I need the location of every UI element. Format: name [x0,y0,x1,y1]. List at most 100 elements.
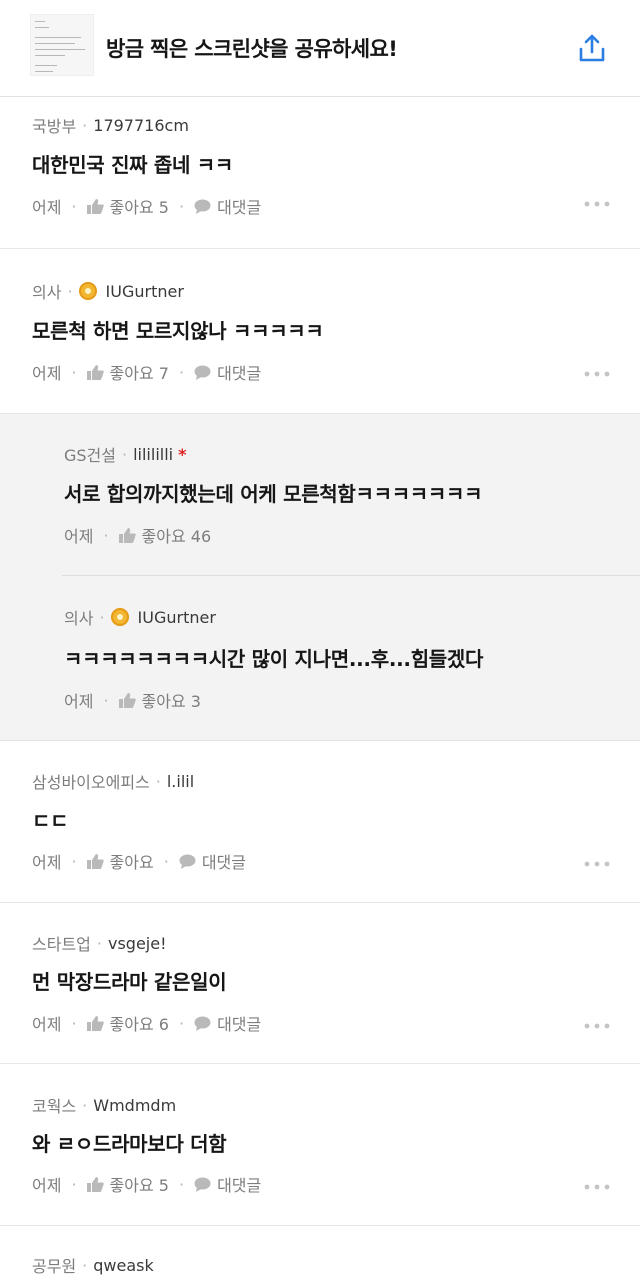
comment-actions: 어제 · 좋아요 5 · 대댓글 [32,194,261,218]
like-button[interactable]: 좋아요 46 [118,523,212,547]
like-label: 좋아요 5 [109,1176,169,1195]
comment-time: 어제 [32,198,62,217]
reply-actions: 어제 · 좋아요 46 [64,523,211,547]
reply-button[interactable]: 대댓글 [194,360,261,384]
comment-time: 어제 [32,1176,62,1195]
speech-bubble-icon [179,854,196,869]
like-button[interactable]: 좋아요 5 [86,194,169,218]
user-nickname[interactable]: lilililli [133,445,173,464]
company-name: 스타트업 [32,935,91,954]
thumbs-up-icon [86,364,104,380]
comment-text: 와 ㄹㅇ드라마보다 더함 [32,1132,227,1156]
thumbs-up-icon [86,198,104,214]
thumbs-up-icon [118,527,136,543]
dot-separator: · [82,115,88,135]
speech-bubble-icon [194,365,211,380]
comment-item: 공무원 · qweask [0,1226,640,1280]
like-label: 좋아요 [109,853,154,872]
comment-time: 어제 [32,364,62,383]
more-dots-icon[interactable] [584,1023,610,1029]
more-dots-icon[interactable] [584,861,610,867]
like-button[interactable]: 좋아요 7 [86,360,169,384]
comment-actions: 어제 · 좋아요 5 · 대댓글 [32,1172,261,1196]
reply-button[interactable]: 대댓글 [194,194,261,218]
comment-item: 코웍스 · Wmdmdm 와 ㄹㅇ드라마보다 더함 어제 · 좋아요 5 · 대… [0,1064,640,1226]
comment-item: 삼성바이오에피스 · l.ilil ㄷㄷ 어제 · 좋아요 · 대댓글 [0,741,640,903]
like-button[interactable]: 좋아요 [86,849,154,873]
user-nickname[interactable]: 1797716cm [93,116,189,135]
reply-meta: GS건설 · lilililli * [64,442,186,466]
more-dots-icon[interactable] [584,201,610,207]
thumbs-up-icon [86,853,104,869]
like-label: 좋아요 46 [141,527,212,546]
comment-time: 어제 [64,692,94,711]
comment-meta: 공무원 · qweask [32,1253,154,1277]
share-icon[interactable] [576,32,608,64]
company-name: 코웍스 [32,1097,77,1116]
comment-text: 대한민국 진짜 좁네 ㅋㅋ [32,153,233,177]
reply-label: 대댓글 [217,364,262,383]
reply-button[interactable]: 대댓글 [179,849,246,873]
comment-text: 먼 막장드라마 같은일이 [32,970,227,994]
like-label: 좋아요 5 [109,198,169,217]
like-label: 좋아요 7 [109,364,169,383]
user-nickname[interactable]: qweask [93,1256,154,1275]
comment-actions: 어제 · 좋아요 · 대댓글 [32,849,246,873]
comment-meta: 의사 · IUGurtner [32,279,184,303]
user-nickname[interactable]: vsgeje! [108,934,167,953]
company-name: 의사 [64,609,94,628]
author-mark: * [178,444,187,464]
like-button[interactable]: 좋아요 6 [86,1011,169,1035]
reply-label: 대댓글 [217,198,262,217]
speech-bubble-icon [194,1177,211,1192]
user-nickname[interactable]: Wmdmdm [93,1096,176,1115]
comment-item: 의사 · IUGurtner 모른척 하면 모르지않나 ㅋㅋㅋㅋㅋ 어제 · 좋… [0,249,640,414]
share-banner-title: 방금 찍은 스크린샷을 공유하세요! [106,37,398,61]
company-name: 삼성바이오에피스 [32,773,150,792]
like-label: 좋아요 3 [141,692,201,711]
reply-text: 서로 합의까지했는데 어케 모른척함ㅋㅋㅋㅋㅋㅋㅋ [64,482,483,506]
company-name: 국방부 [32,117,77,136]
like-button[interactable]: 좋아요 3 [118,688,201,712]
comment-time: 어제 [64,527,94,546]
comment-text: ㄷㄷ [32,809,69,833]
reply-thread: GS건설 · lilililli * 서로 합의까지했는데 어케 모른척함ㅋㅋㅋ… [0,414,640,741]
more-dots-icon[interactable] [584,1184,610,1190]
comment-meta: 스타트업 · vsgeje! [32,931,167,955]
user-nickname[interactable]: IUGurtner [106,282,184,301]
user-nickname[interactable]: IUGurtner [138,608,216,627]
share-banner[interactable]: 방금 찍은 스크린샷을 공유하세요! [0,0,640,97]
user-nickname[interactable]: l.ilil [167,772,194,791]
reply-label: 대댓글 [217,1176,262,1195]
comment-text: 모른척 하면 모르지않나 ㅋㅋㅋㅋㅋ [32,319,324,343]
reply-label: 대댓글 [217,1015,262,1034]
reply-button[interactable]: 대댓글 [194,1172,261,1196]
thumbs-up-icon [86,1176,104,1192]
reply-button[interactable]: 대댓글 [194,1011,261,1035]
company-name: 공무원 [32,1257,77,1276]
comment-time: 어제 [32,1015,62,1034]
speech-bubble-icon [194,1016,211,1031]
reply-label: 대댓글 [201,853,246,872]
verified-badge-icon [78,282,97,300]
reply-meta: 의사 · IUGurtner [64,605,216,629]
comment-meta: 국방부 · 1797716cm [32,113,189,137]
verified-badge-icon [110,608,129,626]
more-dots-icon[interactable] [584,371,610,377]
comment-actions: 어제 · 좋아요 6 · 대댓글 [32,1011,261,1035]
thumbs-up-icon [86,1015,104,1031]
speech-bubble-icon [194,199,211,214]
comment-meta: 삼성바이오에피스 · l.ilil [32,769,194,793]
comment-actions: 어제 · 좋아요 7 · 대댓글 [32,360,261,384]
like-button[interactable]: 좋아요 5 [86,1172,169,1196]
company-name: GS건설 [64,446,116,465]
reply-text: ㅋㅋㅋㅋㅋㅋㅋㅋ시간 많이 지나면...후...힘들겠다 [64,647,484,671]
screenshot-thumbnail[interactable] [30,14,94,76]
comment-item: 국방부 · 1797716cm 대한민국 진짜 좁네 ㅋㅋ 어제 · 좋아요 5… [0,97,640,249]
comment-time: 어제 [32,853,62,872]
company-name: 의사 [32,283,62,302]
comment-item: 스타트업 · vsgeje! 먼 막장드라마 같은일이 어제 · 좋아요 6 ·… [0,903,640,1064]
thumbs-up-icon [118,692,136,708]
like-label: 좋아요 6 [109,1015,169,1034]
comment-meta: 코웍스 · Wmdmdm [32,1093,176,1117]
